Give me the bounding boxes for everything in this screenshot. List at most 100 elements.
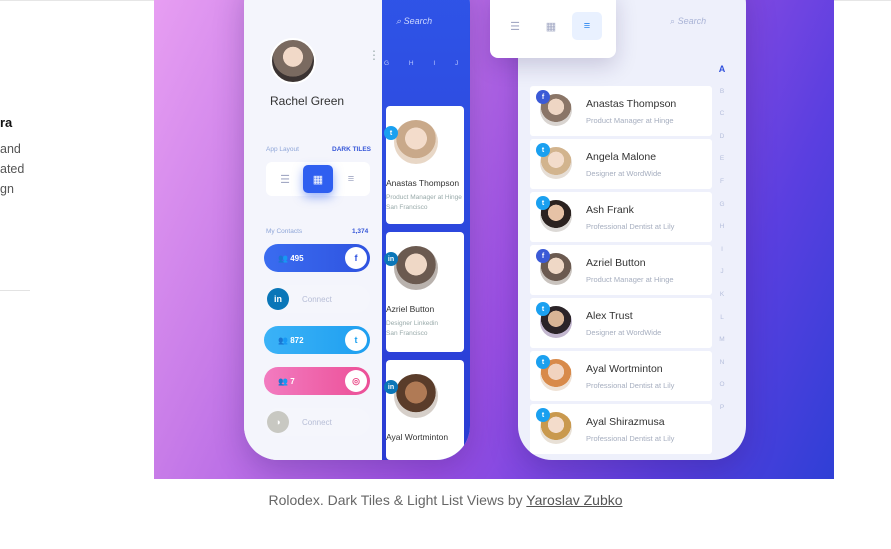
facebook-icon: f [345,247,367,269]
twitter-icon: t [384,126,398,140]
layout-stack-icon[interactable]: ☰ [270,165,300,193]
linkedin-icon: in [384,380,398,394]
contact-row[interactable]: f Azriel Button Product Manager at Hinge [530,245,712,295]
index-letter[interactable]: P [720,397,724,420]
contact-row[interactable]: f Anastas Thompson Product Manager at Hi… [530,86,712,136]
contact-row[interactable]: t Alex Trust Designer at WordWide [530,298,712,348]
avatar [394,246,438,290]
contact-row[interactable]: t Ayal Wortminton Professional Dentist a… [530,351,712,401]
twitter-pill[interactable]: 👥 872 t [264,326,370,354]
pill-count: 👥 872 [278,335,304,345]
avatar[interactable] [270,38,316,84]
contact-row[interactable]: t Ayal Shirazmusa Professional Dentist a… [530,404,712,454]
search-icon: ⌕ [670,16,676,26]
connect-label: Connect [302,294,332,304]
index-letter[interactable]: G [719,194,724,217]
contact-title: Product Manager at Hinge [586,116,674,125]
twitter-icon: t [345,329,367,351]
index-letter[interactable]: F [720,171,724,194]
layout-value: DARK TILES [332,146,371,153]
contact-tile[interactable]: t Anastas Thompson Product Manager at Hi… [384,106,464,224]
tile-title: Product Manager at Hinge [386,194,462,201]
avatar [394,120,438,164]
article-heading-fragment: ra [0,115,13,130]
tile-location: San Francisco [386,330,428,337]
index-letter[interactable]: A [719,58,726,81]
layout-tiles-icon[interactable]: ▦ [303,165,333,193]
phone-dark-tiles: Rachel Green ⋮ App Layout DARK TILES ☰ ▦… [244,0,470,460]
hero-image: Rachel Green ⋮ App Layout DARK TILES ☰ ▦… [154,0,834,479]
connect-label: Connect [302,417,332,427]
index-letter[interactable]: K [720,284,724,307]
author-link[interactable]: Yaroslav Zubko [526,492,622,508]
tile-location: San Francisco [386,204,428,211]
contact-row[interactable]: t Ash Frank Professional Dentist at Lily [530,192,712,242]
contact-title: Product Manager at Hinge [586,275,674,284]
contacts-count: 1,374 [352,228,369,235]
contact-title: Designer at WordWide [586,328,662,337]
layout-switcher: ☰ ▦ ≡ [266,162,370,196]
contact-name: Alex Trust [586,310,633,322]
contact-tile[interactable]: in Ayal Wortminton [384,360,464,460]
index-letter[interactable]: H [720,216,725,239]
more-vertical-icon[interactable]: ⋮ [368,48,380,62]
index-letter[interactable]: D [720,126,725,149]
facebook-icon: f [536,90,550,104]
contact-name: Ash Frank [586,204,634,216]
index-letter[interactable]: E [720,148,724,171]
linkedin-pill[interactable]: in Connect [264,285,370,313]
dribbble-pill[interactable]: 👥 7 ◎ [264,367,370,395]
search-input[interactable]: ⌕ Search [396,16,432,27]
contact-row[interactable]: t Angela Malone Designer at WordWide [530,139,712,189]
twitter-icon: t [536,143,550,157]
tile-name: Anastas Thompson [386,178,460,188]
other-service-icon: ◑ [267,411,289,433]
twitter-icon: t [536,302,550,316]
twitter-icon: t [536,355,550,369]
index-letter[interactable]: B [720,81,724,104]
tile-name: Ayal Wortminton [386,432,449,442]
tile-name: Azriel Button [386,304,435,314]
index-letter[interactable]: N [720,352,725,375]
alphabet-index: G H I J [384,60,468,67]
twitter-icon: t [536,408,550,422]
avatar [394,374,438,418]
layout-list-icon[interactable]: ≡ [336,165,366,193]
layout-switcher-card: ☰ ▦ ≡ [490,0,616,58]
index-letter[interactable]: J [720,261,723,284]
alphabet-index: A B C D E F G H I J K L M N O P [716,58,728,420]
app-layout-label: App Layout [266,146,299,153]
index-letter[interactable]: L [720,307,724,330]
user-name: Rachel Green [270,94,345,108]
linkedin-icon: in [384,252,398,266]
index-letter[interactable]: C [720,103,725,126]
contact-tile[interactable]: in Azriel Button Designer Linkedin San F… [384,232,464,352]
search-input[interactable]: ⌕ Search [670,16,706,27]
tile-title: Designer Linkedin [386,320,439,327]
linkedin-icon: in [267,288,289,310]
caption-text: Rolodex. Dark Tiles & Light List Views b… [268,492,527,508]
layout-list-icon[interactable]: ≡ [572,12,602,40]
index-letter[interactable]: I [721,239,723,262]
other-service-pill[interactable]: ◑ Connect [264,408,370,436]
twitter-icon: t [536,196,550,210]
contact-name: Ayal Wortminton [586,363,663,375]
index-letter[interactable]: M [719,329,724,352]
contact-title: Professional Dentist at Lily [586,434,675,443]
contact-title: Professional Dentist at Lily [586,222,675,231]
search-icon: ⌕ [396,16,402,26]
phone-light-list: ⌕ Search f Anastas Thompson Product Mana… [518,0,746,460]
article-divider [0,290,30,291]
dribbble-icon: ◎ [345,370,367,392]
facebook-icon: f [536,249,550,263]
pill-count: 👥 495 [278,253,304,263]
index-letter[interactable]: O [719,374,724,397]
article-line: and [0,142,21,156]
contact-title: Professional Dentist at Lily [586,381,675,390]
facebook-pill[interactable]: 👥 495 f [264,244,370,272]
pill-count: 👥 7 [278,376,295,386]
contacts-label: My Contacts [266,228,303,235]
article-line: ated [0,162,25,176]
layout-tiles-icon[interactable]: ▦ [536,12,566,40]
layout-stack-icon[interactable]: ☰ [500,12,530,40]
